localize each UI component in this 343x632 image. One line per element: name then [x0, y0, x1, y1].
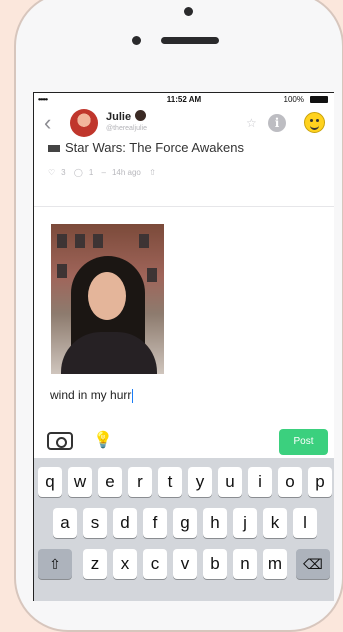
key[interactable]: h: [203, 508, 227, 538]
info-icon[interactable]: i: [268, 114, 286, 132]
key[interactable]: p: [308, 467, 332, 497]
key[interactable]: r: [128, 467, 152, 497]
avatar[interactable]: [70, 109, 98, 137]
heart-icon[interactable]: ♡: [48, 168, 55, 177]
attached-photo[interactable]: [51, 224, 164, 374]
status-bar: ••••• 11:52 AM 100%: [34, 93, 334, 107]
film-icon: [48, 145, 60, 153]
key[interactable]: n: [233, 549, 257, 579]
key[interactable]: u: [218, 467, 242, 497]
comment-icon[interactable]: ◯: [74, 168, 83, 177]
key[interactable]: q: [38, 467, 62, 497]
share-icon[interactable]: ⇧: [149, 168, 156, 177]
key[interactable]: c: [143, 549, 167, 579]
compose-toolbar: 💡 Post: [34, 424, 334, 458]
profile-emoji-icon: [135, 110, 146, 121]
profile-handle: @therealjulie: [106, 125, 147, 132]
front-camera: [184, 7, 193, 16]
key[interactable]: d: [113, 508, 137, 538]
text-cursor: [132, 388, 134, 403]
key[interactable]: x: [113, 549, 137, 579]
proximity-sensor: [132, 36, 141, 45]
profile-name: Julie: [106, 111, 132, 123]
key[interactable]: v: [173, 549, 197, 579]
previous-post-title[interactable]: Star Wars: The Force Awakens: [48, 140, 244, 155]
earpiece-speaker: [161, 37, 219, 44]
post-time: 14h ago: [111, 168, 141, 177]
app-screen: ••••• 11:52 AM 100% ‹ Julie @therealjuli…: [33, 92, 334, 601]
camera-icon[interactable]: [47, 432, 73, 450]
star-icon[interactable]: ☆: [246, 116, 257, 130]
key[interactable]: i: [248, 467, 272, 497]
key[interactable]: m: [263, 549, 287, 579]
shift-key[interactable]: ⇧: [38, 549, 72, 579]
back-chevron-icon[interactable]: ‹: [44, 110, 51, 136]
post-meta: ♡ 3 ◯ 1 –14h ago ⇧: [48, 168, 156, 177]
key[interactable]: s: [83, 508, 107, 538]
battery-percent: 100%: [283, 95, 304, 104]
key[interactable]: z: [83, 549, 107, 579]
comment-count: 1: [88, 168, 94, 177]
keyboard: q w e r t y u i o p a s d f g h j k l ⇧ …: [34, 458, 334, 601]
key[interactable]: j: [233, 508, 257, 538]
key[interactable]: g: [173, 508, 197, 538]
nav-bar: ‹ Julie @therealjulie ☆ i: [34, 107, 334, 143]
key[interactable]: l: [293, 508, 317, 538]
like-count: 3: [61, 168, 66, 177]
key[interactable]: a: [53, 508, 77, 538]
key[interactable]: e: [98, 467, 122, 497]
key[interactable]: w: [68, 467, 92, 497]
post-button[interactable]: Post: [279, 429, 328, 455]
key[interactable]: t: [158, 467, 182, 497]
caption-input[interactable]: wind in my hurr: [50, 388, 134, 403]
key[interactable]: k: [263, 508, 287, 538]
key[interactable]: f: [143, 508, 167, 538]
key[interactable]: y: [188, 467, 212, 497]
compose-area[interactable]: wind in my hurr: [34, 206, 334, 425]
delete-key[interactable]: ⌫: [296, 549, 330, 579]
smiley-icon[interactable]: [304, 112, 325, 133]
key[interactable]: b: [203, 549, 227, 579]
battery-icon: [310, 96, 328, 103]
lightbulb-icon[interactable]: 💡: [93, 430, 113, 450]
key[interactable]: o: [278, 467, 302, 497]
